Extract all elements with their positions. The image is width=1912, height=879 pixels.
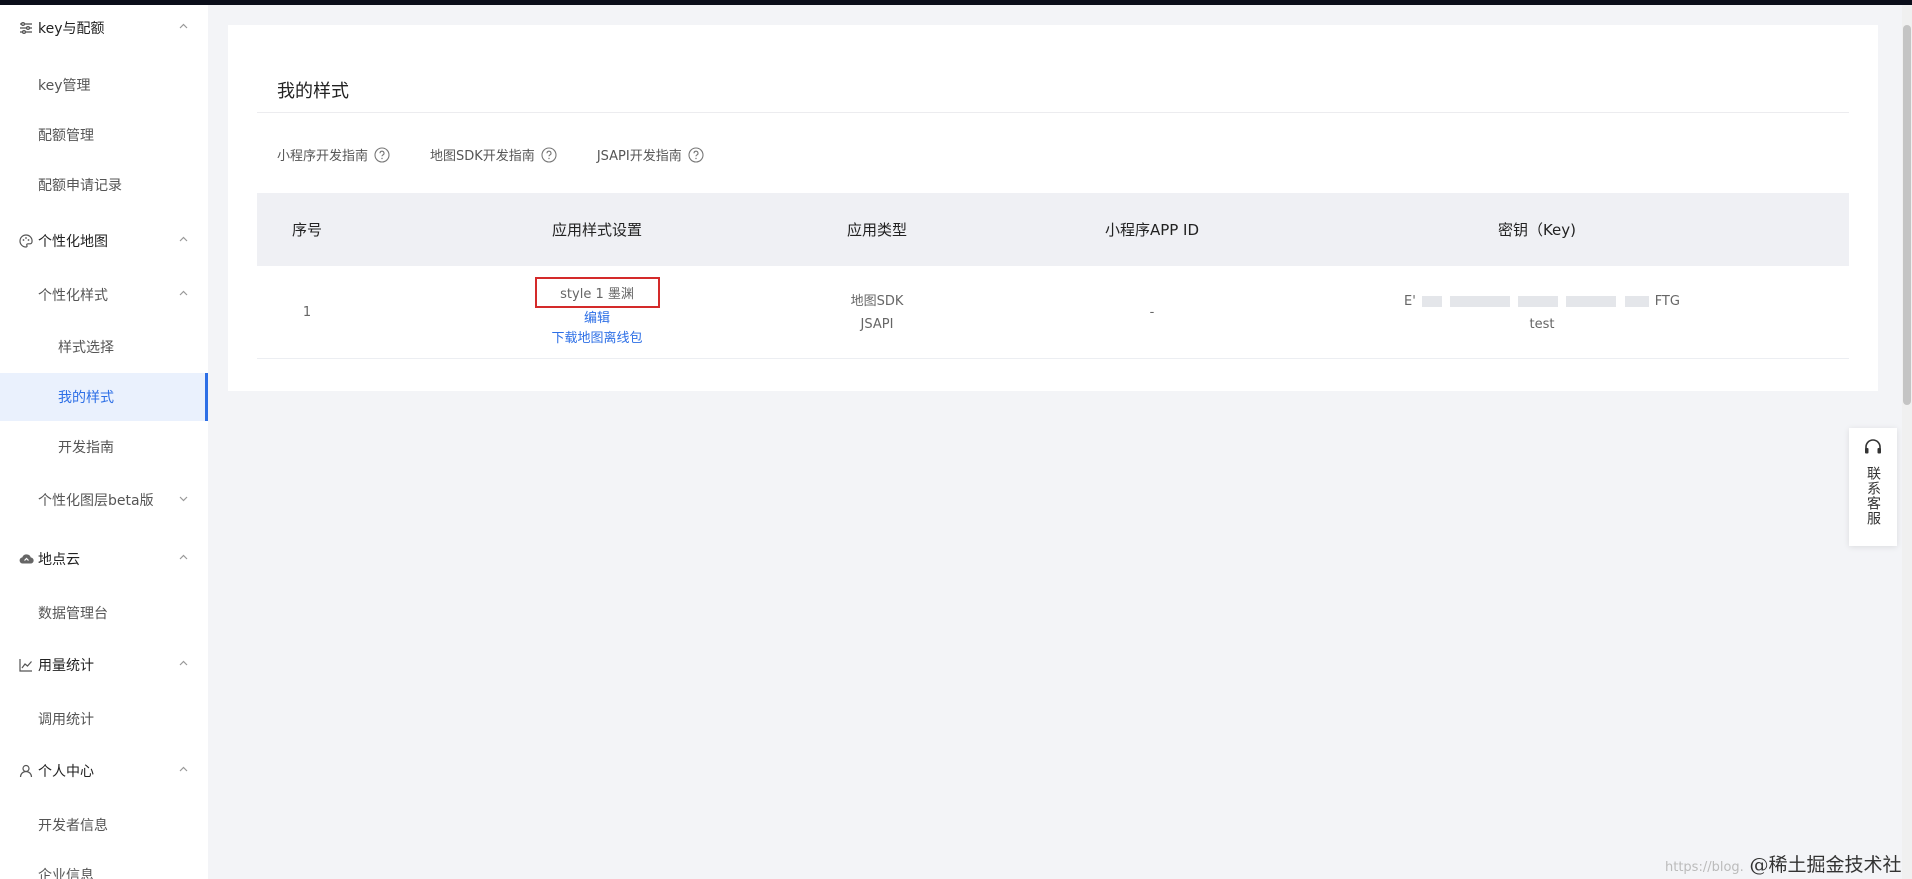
sidebar-item-label: 样式选择 — [58, 340, 114, 356]
guide-link-map-sdk[interactable]: 地图SDK开发指南 — [430, 145, 557, 164]
app-type-jsapi: JSAPI — [860, 316, 894, 332]
top-bar — [0, 0, 1912, 5]
sidebar-item-quota-records[interactable]: 配额申请记录 — [0, 161, 208, 209]
sidebar-item-label: 配额管理 — [38, 128, 94, 144]
style-name: style 1 墨渊 — [534, 277, 660, 308]
redacted-block — [1421, 295, 1442, 307]
sidebar-item-label: 调用统计 — [38, 712, 94, 728]
chevron-up-icon — [179, 659, 188, 668]
sidebar-item-style-select[interactable]: 样式选择 — [0, 323, 208, 371]
scrollbar[interactable] — [1902, 5, 1912, 879]
sidebar-item-label: 开发指南 — [58, 440, 114, 456]
cell-app-id: - — [1149, 305, 1155, 320]
headset-icon — [1863, 438, 1883, 460]
chevron-up-icon — [179, 553, 188, 562]
sidebar-group-usage-stats[interactable]: 用量统计 — [0, 647, 208, 683]
sidebar-item-custom-style[interactable]: 个性化样式 — [0, 271, 208, 319]
style-table: 序号 应用样式设置 应用类型 小程序APP ID 密钥（Key) 1 style… — [257, 193, 1849, 359]
sidebar-item-label: 个性化图层beta版 — [38, 493, 154, 509]
sidebar-item-label: 数据管理台 — [38, 606, 108, 622]
sidebar-item-developer-info[interactable]: 开发者信息 — [0, 801, 208, 849]
chevron-up-icon — [179, 289, 188, 298]
sidebar-group-label: 个人中心 — [38, 764, 94, 780]
sidebar-item-quota-manage[interactable]: 配额管理 — [0, 111, 208, 159]
sidebar-item-label: 开发者信息 — [38, 818, 108, 834]
sidebar-item-my-style[interactable]: 我的样式 — [0, 373, 208, 421]
divider — [257, 112, 1849, 113]
help-icon[interactable] — [541, 146, 557, 163]
redacted-block — [1566, 295, 1617, 307]
guide-link-jsapi[interactable]: JSAPI开发指南 — [597, 145, 704, 164]
contact-service-label: 联系客服 — [1865, 466, 1881, 526]
sidebar-item-label: 我的样式 — [58, 390, 114, 406]
chevron-up-icon — [179, 22, 188, 31]
sidebar-item-label: 个性化样式 — [38, 288, 108, 304]
key-prefix: E' — [1404, 293, 1416, 309]
chevron-up-icon — [179, 235, 188, 244]
list-settings-icon — [18, 20, 34, 36]
contact-service-button[interactable]: 联系客服 — [1849, 428, 1897, 546]
user-icon — [18, 763, 34, 779]
guide-link-label: 小程序开发指南 — [277, 149, 369, 164]
sidebar-group-personal-center[interactable]: 个人中心 — [0, 753, 208, 789]
sidebar-item-label: 企业信息 — [38, 868, 94, 879]
main-card: 我的样式 小程序开发指南 地图SDK开发指南 JSAPI开发指南 序号 应用样式… — [228, 25, 1878, 391]
key-suffix: FTG — [1654, 293, 1680, 309]
line-chart-icon — [18, 657, 34, 673]
column-header-app-id: 小程序APP ID — [1104, 221, 1200, 239]
guide-link-label: 地图SDK开发指南 — [430, 149, 535, 164]
chevron-down-icon — [179, 494, 188, 503]
sidebar-group-place-cloud[interactable]: 地点云 — [0, 541, 208, 577]
page-title: 我的样式 — [277, 81, 349, 102]
cell-style-settings: style 1 墨渊 编辑 下载地图离线包 — [457, 266, 737, 359]
key-note: test — [1529, 316, 1555, 332]
sidebar-item-data-console[interactable]: 数据管理台 — [0, 589, 208, 637]
guide-links: 小程序开发指南 地图SDK开发指南 JSAPI开发指南 — [277, 145, 744, 164]
help-icon[interactable] — [688, 146, 704, 163]
redacted-block — [1624, 295, 1649, 307]
column-header-index: 序号 — [291, 221, 322, 239]
redacted-block — [1450, 295, 1511, 307]
cell-index: 1 — [302, 305, 312, 320]
key-value: E' FTG — [1404, 290, 1680, 313]
table-row: 1 style 1 墨渊 编辑 下载地图离线包 地图SDK JSAPI - E' — [257, 266, 1849, 359]
edit-link[interactable]: 编辑 — [584, 308, 610, 330]
sidebar: key与配额 key管理 配额管理 配额申请记录 个性化地图 个性化样式 样式选… — [0, 5, 208, 879]
sidebar-group-label: 地点云 — [38, 552, 80, 568]
sidebar-item-call-stats[interactable]: 调用统计 — [0, 695, 208, 743]
download-offline-package-link[interactable]: 下载地图离线包 — [551, 330, 642, 348]
watermark: https://blog. @稀土掘金技术社区 — [1665, 850, 1912, 879]
column-header-key: 密钥（Key) — [1497, 221, 1577, 239]
app-type-sdk: 地图SDK — [850, 293, 904, 309]
cell-app-type: 地图SDK JSAPI — [737, 266, 1017, 359]
guide-link-miniprogram[interactable]: 小程序开发指南 — [277, 145, 390, 164]
cloud-icon — [18, 551, 34, 567]
guide-link-label: JSAPI开发指南 — [596, 149, 682, 164]
chevron-up-icon — [179, 765, 188, 774]
sidebar-group-key-quota[interactable]: key与配额 — [0, 10, 208, 46]
sidebar-group-label: key与配额 — [38, 21, 105, 37]
sidebar-item-label: key管理 — [38, 78, 91, 94]
cell-key: E' FTG test — [1287, 266, 1797, 359]
palette-icon — [18, 233, 34, 249]
sidebar-item-dev-guide[interactable]: 开发指南 — [0, 423, 208, 471]
redacted-block — [1518, 295, 1559, 307]
scrollbar-thumb[interactable] — [1903, 25, 1911, 405]
sidebar-item-company-info[interactable]: 企业信息 — [0, 851, 208, 879]
table-header: 序号 应用样式设置 应用类型 小程序APP ID 密钥（Key) — [257, 193, 1849, 266]
column-header-style-settings: 应用样式设置 — [551, 221, 642, 239]
sidebar-item-custom-layer[interactable]: 个性化图层beta版 — [0, 476, 208, 524]
sidebar-group-label: 个性化地图 — [38, 234, 108, 250]
sidebar-group-label: 用量统计 — [38, 658, 94, 674]
watermark-url: https://blog. — [1665, 860, 1744, 875]
sidebar-item-label: 配额申请记录 — [38, 178, 122, 194]
sidebar-item-key-manage[interactable]: key管理 — [0, 61, 208, 109]
help-icon[interactable] — [374, 146, 390, 163]
sidebar-group-custom-map[interactable]: 个性化地图 — [0, 223, 208, 259]
column-header-app-type: 应用类型 — [846, 221, 907, 239]
